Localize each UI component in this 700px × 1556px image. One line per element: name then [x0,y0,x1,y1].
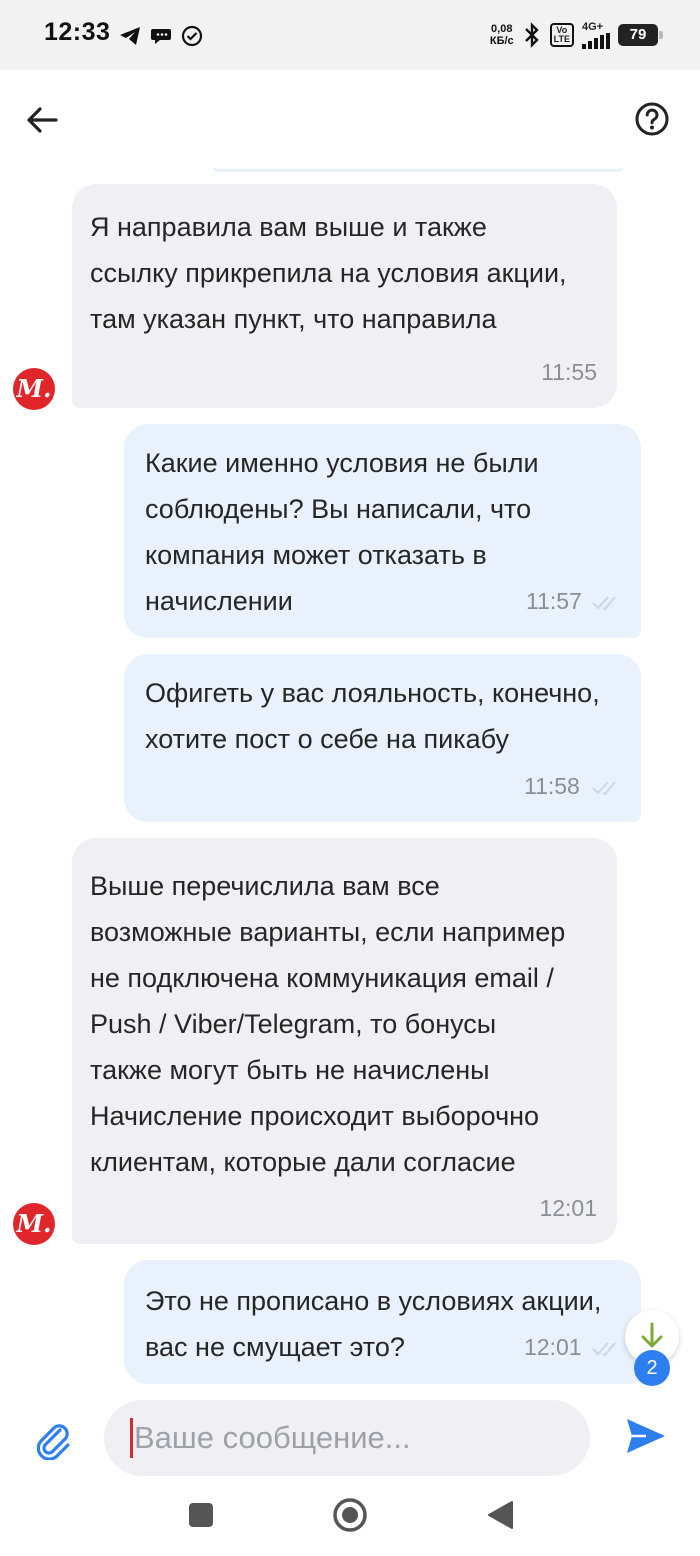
message-text: Какие именно условия не были соблюдены? … [145,448,539,616]
system-navigation-bar [0,1480,700,1556]
sync-check-icon [181,25,203,47]
cell-signal: 4G+ [582,20,610,49]
operator-avatar: М. [13,1203,55,1245]
text-cursor [130,1418,133,1458]
back-nav-icon[interactable] [486,1500,514,1530]
net-speed: 0,08 КБ/с [490,23,514,47]
message-list[interactable]: Я направила вам выше и также ссылку прик… [0,168,700,1396]
message-bubble-outgoing[interactable]: Какие именно условия не были соблюдены? … [124,424,641,638]
message-time: 11:58 [524,773,580,799]
read-ticks-icon [592,781,616,796]
help-icon[interactable] [634,101,670,137]
message-input[interactable] [104,1400,590,1476]
net-speed-value: 0,08 [491,23,513,35]
home-icon[interactable] [332,1497,368,1533]
message-bubble-outgoing[interactable]: Это не прописано в условиях акции, вас н… [124,1260,641,1384]
message-time: 11:57 [526,588,582,614]
network-type: 4G+ [582,20,604,33]
operator-avatar: М. [13,368,55,410]
chat-notification-icon [151,29,171,44]
message-text: Я направила вам выше и также ссылку прик… [90,212,567,334]
paperclip-icon[interactable] [30,1416,74,1460]
net-speed-unit: КБ/с [489,35,514,47]
read-ticks-icon [592,596,616,611]
chat-header [0,70,700,168]
read-ticks-icon [592,1342,616,1357]
status-time: 12:33 [44,18,111,46]
status-icons: 0,08 КБ/с Vo LTE 4G+ 79 [490,20,663,50]
message-time: 12:01 [524,1334,582,1360]
message-bubble-incoming[interactable]: Выше перечислила вам все возможные вариа… [72,838,617,1244]
signal-bars-icon [582,32,610,49]
back-arrow-icon[interactable] [22,100,62,140]
status-bar: 12:33 0,08 КБ/с Vo LTE 4G+ 79 [0,0,700,70]
volte-bottom: LTE [553,34,570,44]
volte-badge: Vo LTE [549,23,574,47]
previous-message-edge [210,168,626,172]
message-time: 11:55 [541,359,597,385]
message-text: Выше перечислила вам все возможные вариа… [90,871,566,1177]
message-text: Офигеть у вас лояльность, конечно, хотит… [145,678,600,754]
message-bubble-incoming[interactable]: Я направила вам выше и также ссылку прик… [72,184,617,408]
message-time: 12:01 [539,1195,597,1221]
battery-indicator: 79 [618,24,663,46]
bluetooth-icon [524,22,539,48]
unread-count-badge: 2 [634,1350,670,1386]
send-icon[interactable] [624,1416,668,1456]
recent-apps-icon[interactable] [188,1502,214,1528]
telegram-icon [120,27,140,45]
message-bubble-outgoing[interactable]: Офигеть у вас лояльность, конечно, хотит… [124,654,641,822]
message-composer [0,1396,700,1480]
